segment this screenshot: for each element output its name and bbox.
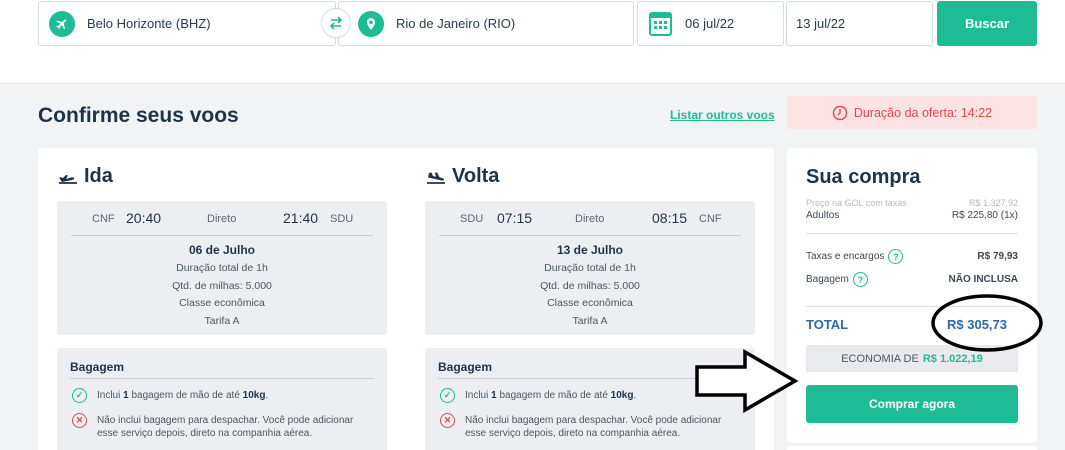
inbound-duration: Duração total de 1h: [544, 262, 636, 274]
return-date-value: 13 jul/22: [796, 16, 846, 31]
outbound-summary: CNF 20:40 Direto 21:40 SDU 06 de Julho D…: [57, 201, 387, 335]
offer-timer-text: Duração da oferta: 14:22: [853, 105, 993, 120]
outbound-dep-time: 20:40: [126, 210, 162, 226]
inbound-title: Volta: [426, 165, 499, 188]
question-icon[interactable]: ?: [852, 272, 868, 287]
check-circle-icon: ✓: [72, 388, 87, 403]
outbound-times: CNF 20:40 Direto 21:40 SDU: [57, 209, 387, 233]
destination-value: Rio de Janeiro (RIO): [396, 16, 516, 31]
inbound-times: SDU 07:15 Direto 08:15 CNF: [425, 209, 755, 233]
question-icon[interactable]: ?: [888, 249, 904, 264]
outbound-cabin: Classe econômica: [179, 297, 265, 309]
outbound-date: 06 de Julho: [188, 243, 256, 257]
outbound-arr-time: 21:40: [283, 210, 319, 226]
outbound-bag-excluded: Não inclui bagagem para despachar. Você …: [97, 415, 354, 439]
baggage-row: Bagagem? NÃO INCLUSA: [806, 272, 1018, 287]
page-title: Confirme seus voos: [38, 104, 239, 127]
search-button[interactable]: Buscar: [937, 1, 1037, 46]
list-other-flights-link[interactable]: Listar outros voos: [670, 108, 775, 122]
total-label: TOTAL: [806, 317, 849, 332]
inbound-arr-time: 08:15: [652, 210, 688, 226]
economy-badge: ECONOMIA DE R$ 1.022,19: [806, 345, 1018, 372]
x-circle-icon: ✕: [440, 413, 455, 428]
buy-now-button[interactable]: Comprar agora: [806, 385, 1018, 423]
gol-price-row: Preço na GOL com taxas R$ 1.327,92: [806, 198, 1018, 208]
destination-field[interactable]: Rio de Janeiro (RIO): [338, 1, 634, 46]
inbound-type: Direto: [575, 213, 605, 225]
calendar-icon: [649, 12, 672, 36]
plane-icon: [49, 11, 75, 37]
return-date-field[interactable]: 13 jul/22: [786, 1, 933, 46]
departure-date-value: 06 jul/22: [685, 16, 735, 31]
swap-arrows-icon: [329, 16, 343, 30]
inbound-dep-time: 07:15: [497, 210, 533, 226]
x-circle-icon: ✕: [72, 413, 87, 428]
inbound-bag-included: Inclui 1 bagagem de mão de até 10kg.: [465, 390, 637, 401]
inbound-to: CNF: [699, 213, 722, 225]
outbound-baggage-title: Bagagem: [70, 360, 125, 374]
flights-card: Ida CNF 20:40 Direto 21:40 SDU 06 de Jul…: [38, 148, 774, 450]
origin-value: Belo Horizonte (BHZ): [87, 16, 211, 31]
adults-row: Adultos R$ 225,80 (1x): [806, 210, 1018, 221]
check-circle-icon: ✓: [440, 388, 455, 403]
departure-date-field[interactable]: 06 jul/22: [637, 1, 784, 46]
offer-timer-banner: Duração da oferta: 14:22: [787, 96, 1037, 129]
inbound-baggage-title: Bagagem: [438, 360, 493, 374]
plane-takeoff-icon: [59, 174, 77, 184]
origin-field[interactable]: Belo Horizonte (BHZ): [38, 1, 336, 46]
swap-button[interactable]: [321, 8, 351, 38]
inbound-baggage: Bagagem ✓ Inclui 1 bagagem de mão de até…: [425, 348, 755, 450]
outbound-duration: Duração total de 1h: [176, 262, 268, 274]
total-value: R$ 305,73: [947, 317, 1007, 332]
location-pin-icon: [358, 11, 384, 37]
taxes-row: Taxas e encargos? R$ 79,93: [806, 249, 1018, 264]
inbound-cabin: Classe econômica: [547, 297, 633, 309]
outbound-fare: Tarifa A: [204, 315, 240, 327]
inbound-from: SDU: [460, 213, 484, 225]
inbound-bag-excluded: Não inclui bagagem para despachar. Você …: [465, 415, 722, 439]
outbound-title: Ida: [58, 165, 113, 188]
outbound-to: SDU: [330, 213, 354, 225]
search-bar: Belo Horizonte (BHZ) Rio de Janeiro (RIO…: [0, 0, 1065, 84]
inbound-summary: SDU 07:15 Direto 08:15 CNF 13 de Julho D…: [425, 201, 755, 335]
inbound-fare: Tarifa A: [572, 315, 608, 327]
plane-landing-icon: [427, 171, 445, 184]
purchase-card: Sua compra Preço na GOL com taxas R$ 1.32…: [787, 148, 1037, 443]
outbound-baggage: Bagagem ✓ Inclui 1 bagagem de mão de até…: [57, 348, 387, 450]
inbound-date: 13 de Julho: [556, 243, 624, 257]
purchase-title: Sua compra: [806, 166, 921, 188]
outbound-from: CNF: [92, 213, 115, 225]
outbound-miles: Qtd. de milhas: 5.000: [172, 280, 272, 292]
clock-icon: [832, 105, 848, 120]
inbound-miles: Qtd. de milhas: 5.000: [540, 280, 640, 292]
outbound-bag-included: Inclui 1 bagagem de mão de até 10kg.: [97, 390, 269, 401]
outbound-type: Direto: [207, 213, 237, 225]
